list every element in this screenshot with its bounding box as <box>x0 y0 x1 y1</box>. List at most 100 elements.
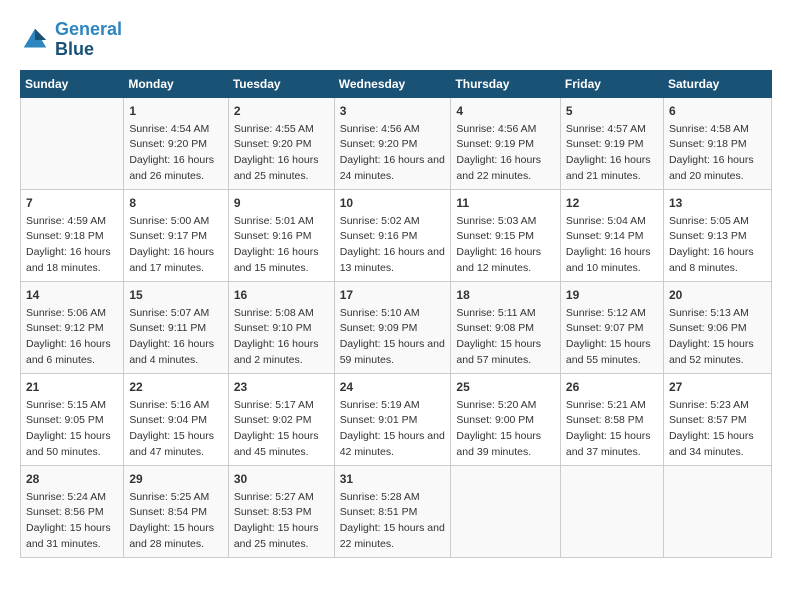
day-number: 15 <box>129 286 222 304</box>
day-number: 3 <box>340 102 446 120</box>
sunset-text: Sunset: 9:16 PM <box>234 229 329 245</box>
daylight-text: Daylight: 15 hours and 22 minutes. <box>340 521 446 553</box>
day-number: 29 <box>129 470 222 488</box>
sunset-text: Sunset: 9:15 PM <box>456 229 555 245</box>
sunrise-text: Sunrise: 5:04 AM <box>566 214 658 230</box>
sunrise-text: Sunrise: 5:23 AM <box>669 398 766 414</box>
sunset-text: Sunset: 8:53 PM <box>234 505 329 521</box>
calendar-cell: 25 Sunrise: 5:20 AMSunset: 9:00 PMDayligh… <box>451 373 561 465</box>
daylight-text: Daylight: 15 hours and 50 minutes. <box>26 429 118 461</box>
day-number: 22 <box>129 378 222 396</box>
day-number: 19 <box>566 286 658 304</box>
calendar-cell: 14Sunrise: 5:06 AMSunset: 9:12 PMDayligh… <box>21 281 124 373</box>
daylight-text: Daylight: 16 hours and 13 minutes. <box>340 245 446 277</box>
calendar-week-1: 1Sunrise: 4:54 AMSunset: 9:20 PMDaylight… <box>21 97 772 189</box>
day-number: 16 <box>234 286 329 304</box>
sunset-text: Sunset: 9:12 PM <box>26 321 118 337</box>
logo-icon <box>20 25 50 55</box>
sunrise-text: Sunrise: 5:21 AM <box>566 398 658 414</box>
calendar-cell: 2Sunrise: 4:55 AMSunset: 9:20 PMDaylight… <box>228 97 334 189</box>
day-number: 17 <box>340 286 446 304</box>
sunset-text: Sunset: 9:05 PM <box>26 413 118 429</box>
daylight-text: Daylight: 15 hours and 59 minutes. <box>340 337 446 369</box>
calendar-header-row: SundayMondayTuesdayWednesdayThursdayFrid… <box>21 70 772 97</box>
sunrise-text: Sunrise: 4:58 AM <box>669 122 766 138</box>
calendar-cell: 8Sunrise: 5:00 AMSunset: 9:17 PMDaylight… <box>124 189 228 281</box>
sunrise-text: Sunrise: 5:16 AM <box>129 398 222 414</box>
calendar-week-4: 21Sunrise: 5:15 AMSunset: 9:05 PMDayligh… <box>21 373 772 465</box>
sunset-text: Sunset: 9:10 PM <box>234 321 329 337</box>
sunrise-text: Sunrise: 5:19 AM <box>340 398 446 414</box>
sunrise-text: Sunrise: 5:11 AM <box>456 306 555 322</box>
sunset-text: Sunset: 9:04 PM <box>129 413 222 429</box>
daylight-text: Daylight: 16 hours and 2 minutes. <box>234 337 329 369</box>
sunset-text: Sunset: 9:00 PM <box>456 413 555 429</box>
sunrise-text: Sunrise: 5:05 AM <box>669 214 766 230</box>
calendar-cell: 23Sunrise: 5:17 AMSunset: 9:02 PMDayligh… <box>228 373 334 465</box>
logo: General Blue <box>20 20 122 60</box>
daylight-text: Daylight: 16 hours and 17 minutes. <box>129 245 222 277</box>
sunrise-text: Sunrise: 4:56 AM <box>456 122 555 138</box>
sunset-text: Sunset: 8:51 PM <box>340 505 446 521</box>
daylight-text: Daylight: 16 hours and 8 minutes. <box>669 245 766 277</box>
sunset-text: Sunset: 8:58 PM <box>566 413 658 429</box>
sunrise-text: Sunrise: 5:00 AM <box>129 214 222 230</box>
daylight-text: Daylight: 16 hours and 24 minutes. <box>340 153 446 185</box>
day-number: 7 <box>26 194 118 212</box>
daylight-text: Daylight: 16 hours and 18 minutes. <box>26 245 118 277</box>
logo-text: General Blue <box>55 20 122 60</box>
day-number: 1 <box>129 102 222 120</box>
calendar-cell: 4Sunrise: 4:56 AMSunset: 9:19 PMDaylight… <box>451 97 561 189</box>
day-number: 18 <box>456 286 555 304</box>
daylight-text: Daylight: 16 hours and 10 minutes. <box>566 245 658 277</box>
calendar-cell <box>560 465 663 557</box>
daylight-text: Daylight: 15 hours and 52 minutes. <box>669 337 766 369</box>
daylight-text: Daylight: 16 hours and 15 minutes. <box>234 245 329 277</box>
calendar-cell: 9 Sunrise: 5:01 AMSunset: 9:16 PMDaylight… <box>228 189 334 281</box>
sunrise-text: Sunrise: 4:59 AM <box>26 214 118 230</box>
column-header-saturday: Saturday <box>663 70 771 97</box>
sunset-text: Sunset: 9:06 PM <box>669 321 766 337</box>
sunrise-text: Sunrise: 5:25 AM <box>129 490 222 506</box>
sunrise-text: Sunrise: 5:02 AM <box>340 214 446 230</box>
day-number: 25 <box>456 378 555 396</box>
daylight-text: Daylight: 16 hours and 12 minutes. <box>456 245 555 277</box>
day-number: 9 <box>234 194 329 212</box>
sunset-text: Sunset: 9:01 PM <box>340 413 446 429</box>
calendar-week-3: 14Sunrise: 5:06 AMSunset: 9:12 PMDayligh… <box>21 281 772 373</box>
sunset-text: Sunset: 9:18 PM <box>26 229 118 245</box>
sunset-text: Sunset: 8:56 PM <box>26 505 118 521</box>
daylight-text: Daylight: 15 hours and 47 minutes. <box>129 429 222 461</box>
logo-general: General <box>55 19 122 39</box>
calendar-cell: 21Sunrise: 5:15 AMSunset: 9:05 PMDayligh… <box>21 373 124 465</box>
calendar-cell <box>451 465 561 557</box>
day-number: 11 <box>456 194 555 212</box>
calendar-cell: 31Sunrise: 5:28 AMSunset: 8:51 PMDayligh… <box>334 465 451 557</box>
calendar-cell: 26 Sunrise: 5:21 AMSunset: 8:58 PMDayligh… <box>560 373 663 465</box>
daylight-text: Daylight: 16 hours and 6 minutes. <box>26 337 118 369</box>
day-number: 6 <box>669 102 766 120</box>
daylight-text: Daylight: 15 hours and 45 minutes. <box>234 429 329 461</box>
sunrise-text: Sunrise: 5:27 AM <box>234 490 329 506</box>
sunset-text: Sunset: 9:20 PM <box>340 137 446 153</box>
day-number: 8 <box>129 194 222 212</box>
day-number: 27 <box>669 378 766 396</box>
day-number: 26 <box>566 378 658 396</box>
daylight-text: Daylight: 15 hours and 39 minutes. <box>456 429 555 461</box>
sunrise-text: Sunrise: 5:20 AM <box>456 398 555 414</box>
daylight-text: Daylight: 16 hours and 20 minutes. <box>669 153 766 185</box>
calendar-cell: 30Sunrise: 5:27 AMSunset: 8:53 PMDayligh… <box>228 465 334 557</box>
calendar-cell: 11Sunrise: 5:03 AMSunset: 9:15 PMDayligh… <box>451 189 561 281</box>
day-number: 21 <box>26 378 118 396</box>
calendar-week-2: 7Sunrise: 4:59 AMSunset: 9:18 PMDaylight… <box>21 189 772 281</box>
sunrise-text: Sunrise: 5:12 AM <box>566 306 658 322</box>
day-number: 20 <box>669 286 766 304</box>
sunrise-text: Sunrise: 5:01 AM <box>234 214 329 230</box>
daylight-text: Daylight: 15 hours and 37 minutes. <box>566 429 658 461</box>
calendar-cell: 16Sunrise: 5:08 AMSunset: 9:10 PMDayligh… <box>228 281 334 373</box>
sunrise-text: Sunrise: 4:56 AM <box>340 122 446 138</box>
daylight-text: Daylight: 16 hours and 22 minutes. <box>456 153 555 185</box>
daylight-text: Daylight: 15 hours and 25 minutes. <box>234 521 329 553</box>
sunset-text: Sunset: 9:11 PM <box>129 321 222 337</box>
calendar-week-5: 28Sunrise: 5:24 AMSunset: 8:56 PMDayligh… <box>21 465 772 557</box>
